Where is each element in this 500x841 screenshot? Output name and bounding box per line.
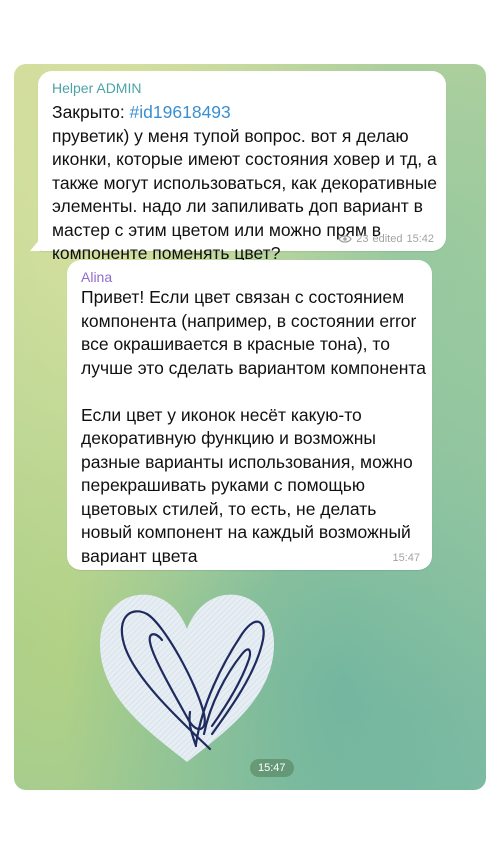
view-count: 23 [356,233,369,245]
message-text: Привет! Если цвет связан с состоянием ко… [81,287,426,566]
bubble-tail [30,239,40,251]
message-time: 15:42 [406,233,434,245]
edited-label: edited [372,233,403,245]
message-bubble-alina[interactable]: Alina Привет! Если цвет связан с состоян… [67,260,432,570]
closed-prefix: Закрыто: [52,102,130,122]
message-time: 15:47 [392,552,420,564]
chat-area: Helper ADMIN Закрыто: #id19618493 прувети… [14,64,486,790]
eye-icon [338,235,353,243]
message-bubble-helper-admin[interactable]: Helper ADMIN Закрыто: #id19618493 прувети… [30,71,446,263]
hashtag-link[interactable]: #id19618493 [130,102,231,122]
sender-name[interactable]: Helper ADMIN [52,80,141,96]
message-meta: 15:47 [392,552,420,564]
heart-paperclip-sticker-icon[interactable] [92,584,282,764]
sender-name[interactable]: Alina [81,269,112,285]
sticker-time-badge: 15:47 [250,759,294,777]
message-meta: 23 edited 15:42 [338,233,434,245]
